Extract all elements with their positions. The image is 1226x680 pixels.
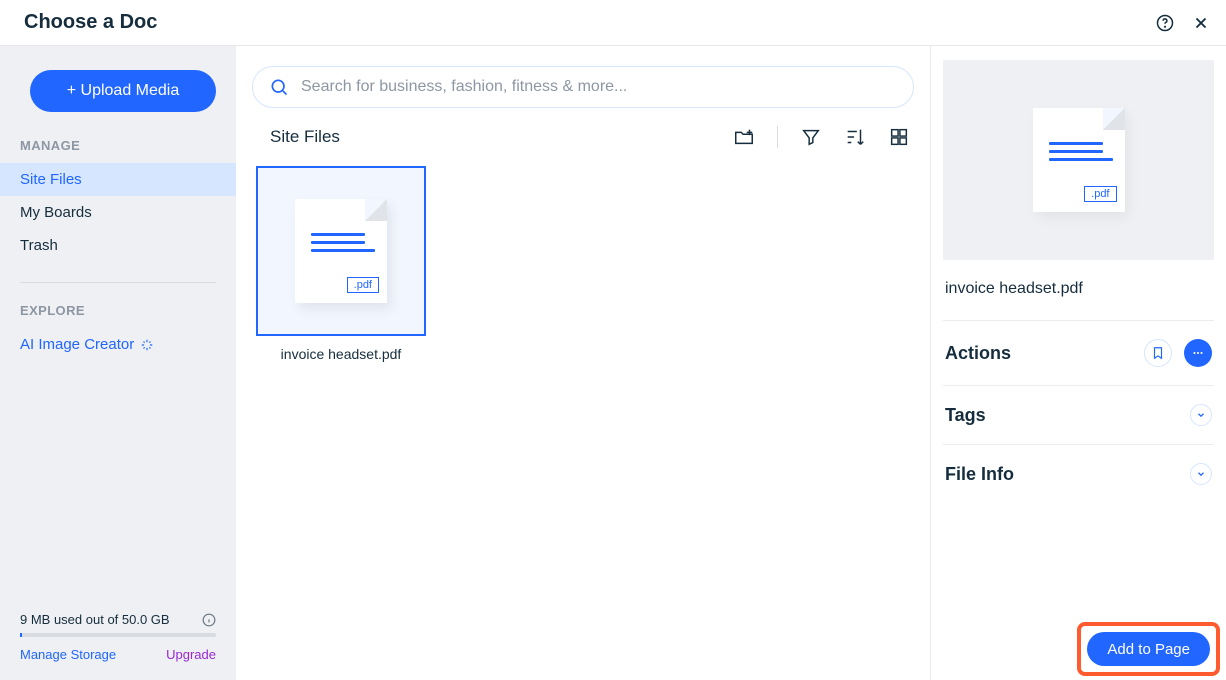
actions-section: Actions [943, 321, 1214, 386]
manage-storage-link[interactable]: Manage Storage [20, 647, 116, 662]
sidebar-footer: 9 MB used out of 50.0 GB Manage Storage … [0, 612, 236, 668]
actions-icons [1144, 339, 1212, 367]
new-folder-icon[interactable] [733, 126, 755, 148]
chevron-down-icon[interactable] [1190, 463, 1212, 485]
pdf-doc-icon: .pdf [1033, 108, 1125, 212]
tags-title: Tags [945, 405, 986, 426]
sidebar-divider [20, 282, 216, 283]
bookmark-icon[interactable] [1144, 339, 1172, 367]
pdf-ext-badge: .pdf [1084, 186, 1116, 202]
tags-section[interactable]: Tags [943, 386, 1214, 445]
explore-section-label: EXPLORE [0, 303, 236, 318]
file-card: .pdf invoice headset.pdf [256, 166, 426, 362]
preview-box: .pdf [943, 60, 1214, 260]
header: Choose a Doc [0, 0, 1226, 46]
upgrade-link[interactable]: Upgrade [166, 647, 216, 662]
storage-row: 9 MB used out of 50.0 GB [20, 612, 216, 627]
body: + Upload Media MANAGE Site Files My Boar… [0, 46, 1226, 680]
help-icon[interactable] [1156, 14, 1174, 32]
details-panel: .pdf invoice headset.pdf Actions Tags Fi… [930, 46, 1226, 680]
chevron-down-icon[interactable] [1190, 404, 1212, 426]
toolbar-icons [733, 126, 910, 148]
manage-section-label: MANAGE [0, 138, 236, 153]
sidebar: + Upload Media MANAGE Site Files My Boar… [0, 46, 236, 680]
add-to-page-button[interactable]: Add to Page [1087, 632, 1210, 666]
grid-view-icon[interactable] [888, 126, 910, 148]
page-title: Choose a Doc [24, 11, 157, 34]
sidebar-item-site-files[interactable]: Site Files [0, 163, 236, 196]
search-icon [269, 77, 289, 97]
sidebar-item-trash[interactable]: Trash [0, 229, 236, 262]
file-grid: .pdf invoice headset.pdf [252, 166, 914, 362]
pdf-ext-badge: .pdf [347, 277, 379, 293]
preview-filename: invoice headset.pdf [943, 260, 1214, 321]
file-name-label: invoice headset.pdf [281, 346, 402, 362]
file-info-title: File Info [945, 464, 1014, 485]
ai-creator-label: AI Image Creator [20, 336, 134, 353]
toolbar-separator [777, 126, 778, 148]
upload-media-button[interactable]: + Upload Media [30, 70, 216, 112]
more-actions-icon[interactable] [1184, 339, 1212, 367]
storage-links: Manage Storage Upgrade [20, 647, 216, 662]
file-thumbnail[interactable]: .pdf [256, 166, 426, 336]
filter-icon[interactable] [800, 126, 822, 148]
search-input[interactable] [301, 78, 897, 96]
actions-title: Actions [945, 343, 1011, 364]
toolbar: Site Files [252, 126, 914, 148]
sidebar-item-my-boards[interactable]: My Boards [0, 196, 236, 229]
search-bar [252, 66, 914, 108]
file-info-section[interactable]: File Info [943, 445, 1214, 503]
pdf-doc-icon: .pdf [295, 199, 387, 303]
sidebar-item-ai-image-creator[interactable]: AI Image Creator [0, 328, 236, 361]
header-actions [1156, 14, 1210, 32]
breadcrumb: Site Files [270, 127, 340, 147]
add-to-page-highlight: Add to Page [1077, 622, 1220, 676]
storage-text: 9 MB used out of 50.0 GB [20, 612, 170, 627]
info-icon[interactable] [202, 613, 216, 627]
sparkle-icon [140, 338, 154, 352]
close-icon[interactable] [1192, 14, 1210, 32]
main-content: Site Files [236, 46, 930, 680]
storage-progress-bar [20, 633, 216, 637]
sort-icon[interactable] [844, 126, 866, 148]
